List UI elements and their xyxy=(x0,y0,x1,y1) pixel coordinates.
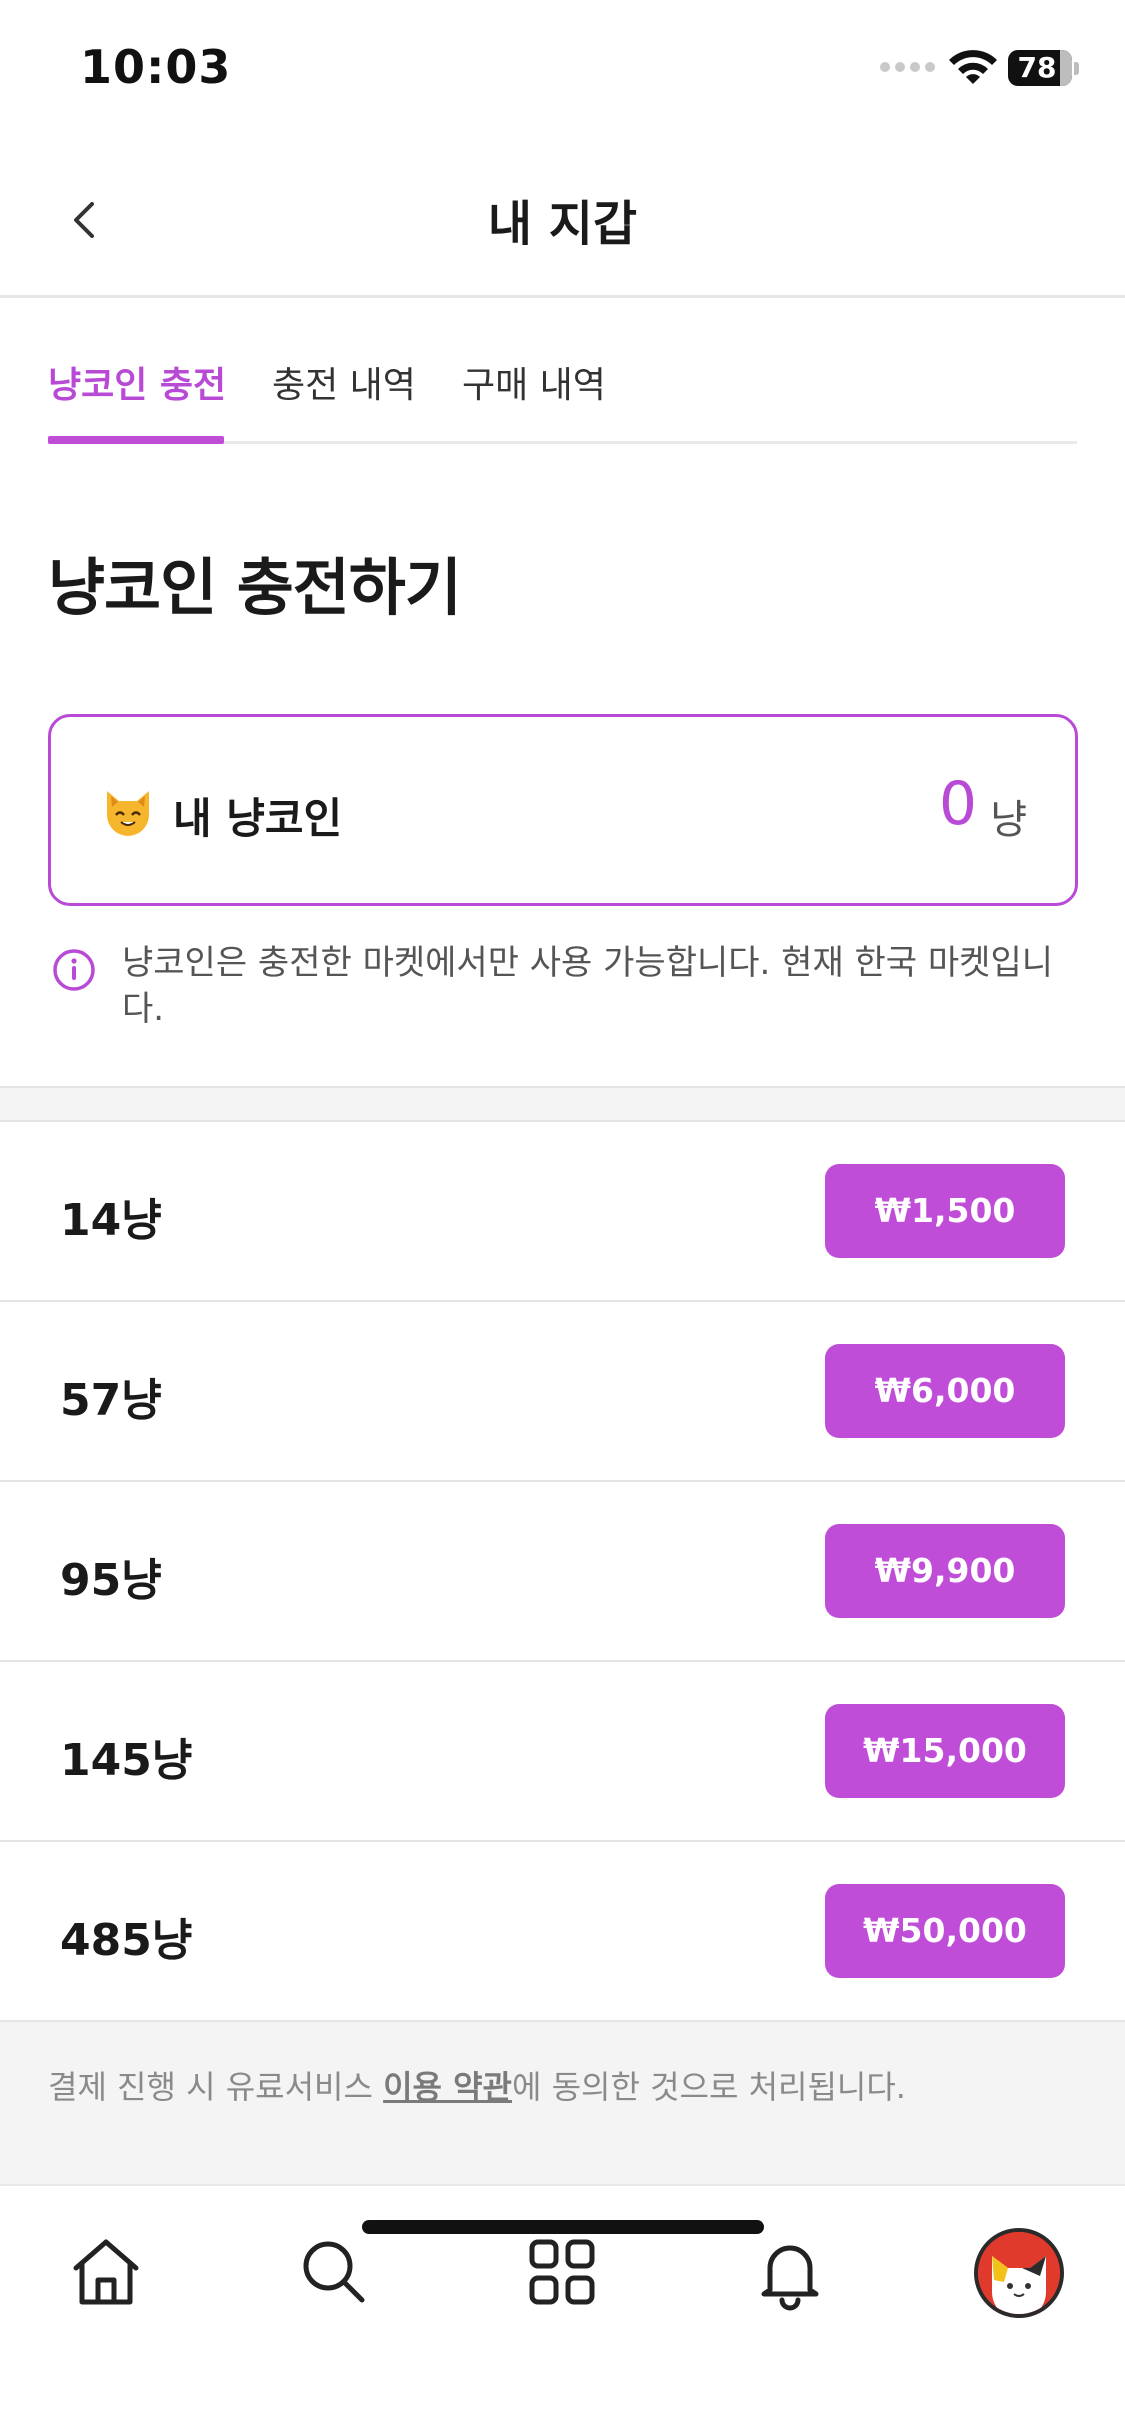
bell-icon[interactable] xyxy=(750,2232,830,2312)
product-amount: 57냥 xyxy=(60,1375,162,1426)
wifi-icon xyxy=(949,50,997,84)
battery-icon: 78 xyxy=(1008,50,1080,86)
tab-charge-history[interactable]: 충전 내역 xyxy=(272,356,416,408)
buy-button[interactable]: ₩1,500 xyxy=(825,1164,1065,1258)
terms-suffix: 에 동의한 것으로 처리됩니다. xyxy=(512,2068,906,2106)
product-row: 95냥 ₩9,900 xyxy=(0,1482,1125,1662)
home-icon[interactable] xyxy=(66,2232,146,2312)
info-icon xyxy=(53,949,95,991)
grid-icon[interactable] xyxy=(522,2232,602,2312)
terms-link[interactable]: 이용 약관 xyxy=(383,2068,512,2106)
home-indicator xyxy=(362,2220,764,2234)
search-icon[interactable] xyxy=(294,2232,374,2312)
product-row: 145냥 ₩15,000 xyxy=(0,1662,1125,1842)
status-time: 10:03 xyxy=(80,40,232,94)
product-row: 485냥 ₩50,000 xyxy=(0,1842,1125,2022)
cellular-signal-icon xyxy=(880,62,935,72)
status-bar: 10:03 78 xyxy=(0,0,1125,135)
product-amount: 485냥 xyxy=(60,1915,193,1966)
buy-button[interactable]: ₩6,000 xyxy=(825,1344,1065,1438)
product-row: 14냥 ₩1,500 xyxy=(0,1122,1125,1302)
cat-avatar-icon xyxy=(978,2232,1060,2314)
section-title: 냥코인 충전하기 xyxy=(48,551,462,624)
tab-coin-charge[interactable]: 냥코인 충전 xyxy=(48,356,226,408)
coin-product-list: 14냥 ₩1,500 57냥 ₩6,000 95냥 ₩9,900 145냥 ₩1… xyxy=(0,1122,1125,2022)
product-amount: 14냥 xyxy=(60,1195,162,1246)
buy-button[interactable]: ₩9,900 xyxy=(825,1524,1065,1618)
wallet-screen: 10:03 78 내 지갑 냥코인 충전 충전 내역 구매 내역 냥코인 충전하… xyxy=(0,0,1125,2436)
product-amount: 95냥 xyxy=(60,1555,162,1606)
section-divider xyxy=(0,1086,1125,1122)
coin-balance-value: 0 xyxy=(938,769,977,839)
product-amount: 145냥 xyxy=(60,1735,193,1786)
notice-text: 냥코인은 충전한 마켓에서만 사용 가능합니다. 현재 한국 마켓입니다. xyxy=(122,943,1054,1029)
terms-text: 결제 진행 시 유료서비스 이용 약관에 동의한 것으로 처리됩니다. xyxy=(48,2062,906,2108)
coin-balance-unit: 냥 xyxy=(990,797,1027,843)
profile-avatar[interactable] xyxy=(974,2228,1064,2318)
cat-face-icon xyxy=(107,791,149,836)
product-row: 57냥 ₩6,000 xyxy=(0,1302,1125,1482)
tab-purchase-history[interactable]: 구매 내역 xyxy=(462,356,606,408)
active-tab-indicator xyxy=(48,436,224,444)
terms-prefix: 결제 진행 시 유료서비스 xyxy=(48,2068,384,2106)
wallet-tabs: 냥코인 충전 충전 내역 구매 내역 xyxy=(48,298,1077,444)
coin-balance-card: 내 냥코인 0 냥 xyxy=(48,714,1078,906)
nav-bar: 내 지갑 xyxy=(0,150,1125,298)
coin-balance-label: 내 냥코인 xyxy=(173,794,343,843)
terms-notice: 결제 진행 시 유료서비스 이용 약관에 동의한 것으로 처리됩니다. xyxy=(0,2022,1125,2184)
buy-button[interactable]: ₩15,000 xyxy=(825,1704,1065,1798)
battery-level: 78 xyxy=(1017,51,1057,84)
page-title: 내 지갑 xyxy=(487,196,638,252)
buy-button[interactable]: ₩50,000 xyxy=(825,1884,1065,1978)
